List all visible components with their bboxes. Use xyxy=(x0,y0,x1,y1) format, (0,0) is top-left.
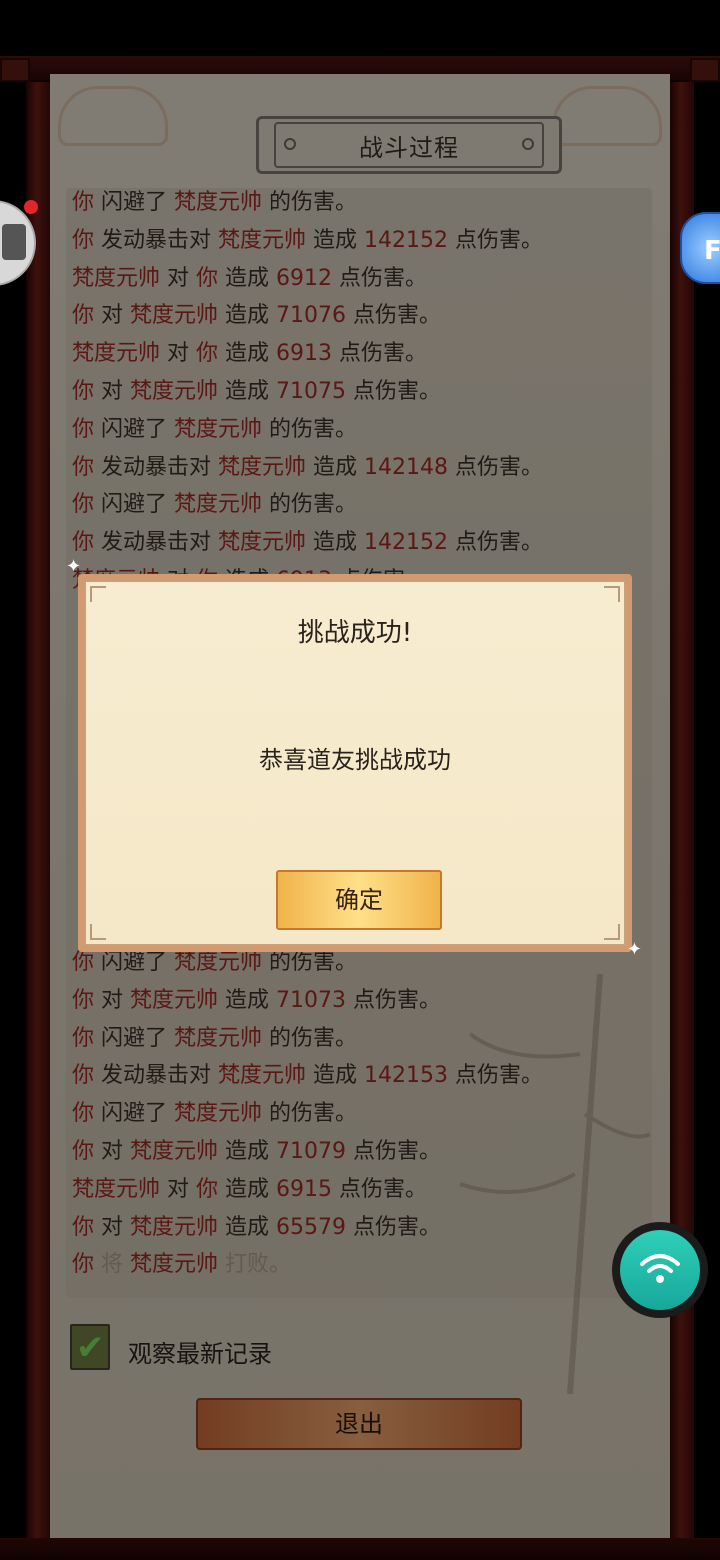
mascot-float-button[interactable]: F xyxy=(680,212,720,284)
sparkle-icon: ✦ xyxy=(626,939,642,960)
notification-dot xyxy=(24,200,38,214)
dialog-body: 挑战成功! 恭喜道友挑战成功 确定 xyxy=(84,580,626,946)
mascot-icon: F xyxy=(704,236,720,266)
wifi-float-button[interactable] xyxy=(612,1222,708,1318)
wifi-icon xyxy=(620,1230,700,1310)
dialog-message: 恭喜道友挑战成功 xyxy=(259,746,451,774)
corner-ornament-icon xyxy=(604,924,620,940)
corner-ornament-icon xyxy=(604,586,620,602)
confirm-button[interactable]: 确定 xyxy=(276,870,442,930)
assistant-icon xyxy=(2,224,26,260)
sparkle-icon: ✦ xyxy=(66,556,82,577)
challenge-success-dialog: 挑战成功! 恭喜道友挑战成功 确定 ✦ ✦ xyxy=(66,556,642,960)
corner-ornament-icon xyxy=(90,924,106,940)
dialog-title: 挑战成功! xyxy=(297,618,413,648)
corner-ornament-icon xyxy=(90,586,106,602)
